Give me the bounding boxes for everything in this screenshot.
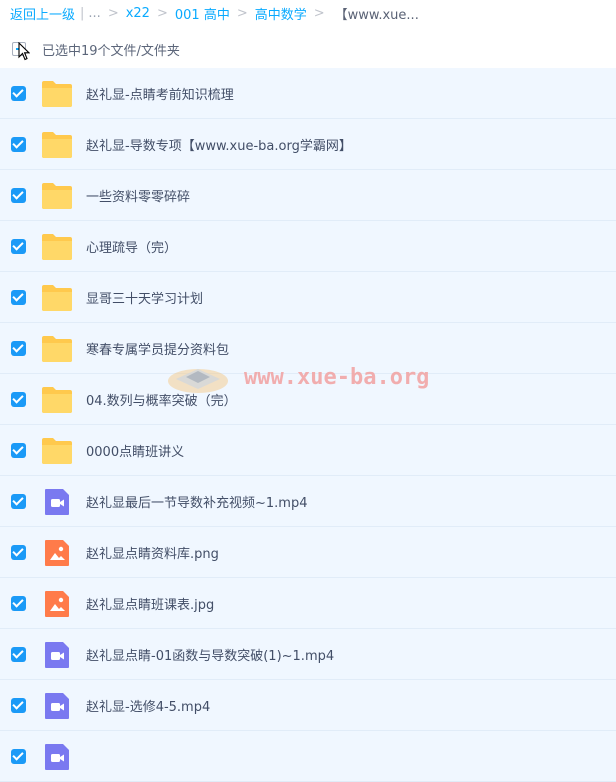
breadcrumb-divider: | xyxy=(80,5,85,21)
folder-icon xyxy=(41,385,73,415)
file-checkbox[interactable] xyxy=(11,494,26,509)
file-name[interactable]: 赵礼显点睛-01函数与导数突破(1)~1.mp4 xyxy=(86,645,334,664)
breadcrumb-sep: > xyxy=(107,5,119,21)
file-row[interactable]: 赵礼显-点睛考前知识梳理 xyxy=(0,68,616,119)
folder-icon xyxy=(41,436,73,466)
file-name[interactable]: 赵礼显-点睛考前知识梳理 xyxy=(86,84,234,103)
folder-icon xyxy=(41,232,73,262)
file-row[interactable] xyxy=(0,731,616,782)
file-row[interactable]: 寒春专属学员提分资料包 xyxy=(0,323,616,374)
image-file-icon xyxy=(41,589,73,619)
file-checkbox[interactable] xyxy=(11,86,26,101)
mouse-cursor-icon xyxy=(18,42,30,61)
folder-icon xyxy=(41,283,73,313)
folder-icon xyxy=(41,79,73,109)
video-file-icon xyxy=(41,691,73,721)
back-link[interactable]: 返回上一级 xyxy=(10,4,75,23)
video-file-icon xyxy=(41,742,73,772)
folder-icon xyxy=(41,181,73,211)
file-name[interactable]: 赵礼显-导数专项【www.xue-ba.org学霸网】 xyxy=(86,135,352,154)
file-name[interactable]: 0000点睛班讲义 xyxy=(86,441,184,460)
video-file-icon xyxy=(41,487,73,517)
file-row[interactable]: 赵礼显点睛班课表.jpg xyxy=(0,578,616,629)
file-row[interactable]: 04.数列与概率突破（完） xyxy=(0,374,616,425)
breadcrumb-ellipsis[interactable]: ... xyxy=(88,6,100,21)
file-checkbox[interactable] xyxy=(11,596,26,611)
breadcrumb-sep: > xyxy=(236,5,248,21)
breadcrumb-sep: > xyxy=(156,5,168,21)
file-checkbox[interactable] xyxy=(11,290,26,305)
file-name[interactable]: 寒春专属学员提分资料包 xyxy=(86,339,229,358)
selection-count: 已选中19个文件/文件夹 xyxy=(42,44,180,59)
file-checkbox[interactable] xyxy=(11,188,26,203)
breadcrumb-item-x22[interactable]: x22 xyxy=(126,6,150,21)
file-checkbox[interactable] xyxy=(11,341,26,356)
file-row[interactable]: 显哥三十天学习计划 xyxy=(0,272,616,323)
file-name[interactable]: 赵礼显点睛资料库.png xyxy=(86,543,219,562)
file-name[interactable]: 赵礼显-选修4-5.mp4 xyxy=(86,696,210,715)
file-name[interactable]: 04.数列与概率突破（完） xyxy=(86,390,237,409)
file-checkbox[interactable] xyxy=(11,239,26,254)
file-name[interactable]: 一些资料零零碎碎 xyxy=(86,186,190,205)
breadcrumb-current: 【www.xue... xyxy=(334,7,419,23)
file-list: 赵礼显-点睛考前知识梳理赵礼显-导数专项【www.xue-ba.org学霸网】一… xyxy=(0,68,616,782)
file-checkbox[interactable] xyxy=(11,545,26,560)
folder-icon xyxy=(41,130,73,160)
file-checkbox[interactable] xyxy=(11,137,26,152)
file-name[interactable]: 显哥三十天学习计划 xyxy=(86,288,203,307)
file-row[interactable]: 赵礼显点睛资料库.png xyxy=(0,527,616,578)
file-row[interactable]: 赵礼显-导数专项【www.xue-ba.org学霸网】 xyxy=(0,119,616,170)
file-row[interactable]: 赵礼显最后一节导数补充视频~1.mp4 xyxy=(0,476,616,527)
file-checkbox[interactable] xyxy=(11,443,26,458)
video-file-icon xyxy=(41,640,73,670)
file-name[interactable]: 赵礼显点睛班课表.jpg xyxy=(86,594,214,613)
file-row[interactable]: 0000点睛班讲义 xyxy=(0,425,616,476)
folder-icon xyxy=(41,334,73,364)
image-file-icon xyxy=(41,538,73,568)
breadcrumb: 返回上一级 | ... > x22 > 001 高中 > 高中数学 > 【www… xyxy=(10,2,419,24)
file-row[interactable]: 赵礼显点睛-01函数与导数突破(1)~1.mp4 xyxy=(0,629,616,680)
breadcrumb-item-001[interactable]: 001 高中 xyxy=(175,4,230,23)
file-row[interactable]: 赵礼显-选修4-5.mp4 xyxy=(0,680,616,731)
breadcrumb-sep: > xyxy=(313,5,325,21)
file-name[interactable]: 心理疏导（完） xyxy=(86,237,177,256)
file-row[interactable]: 心理疏导（完） xyxy=(0,221,616,272)
file-checkbox[interactable] xyxy=(11,647,26,662)
file-checkbox[interactable] xyxy=(11,698,26,713)
file-name[interactable]: 赵礼显最后一节导数补充视频~1.mp4 xyxy=(86,492,307,511)
file-checkbox[interactable] xyxy=(11,392,26,407)
file-row[interactable]: 一些资料零零碎碎 xyxy=(0,170,616,221)
breadcrumb-item-math[interactable]: 高中数学 xyxy=(255,4,307,23)
selection-bar: 已选中19个文件/文件夹 xyxy=(0,34,616,64)
file-checkbox[interactable] xyxy=(11,749,26,764)
